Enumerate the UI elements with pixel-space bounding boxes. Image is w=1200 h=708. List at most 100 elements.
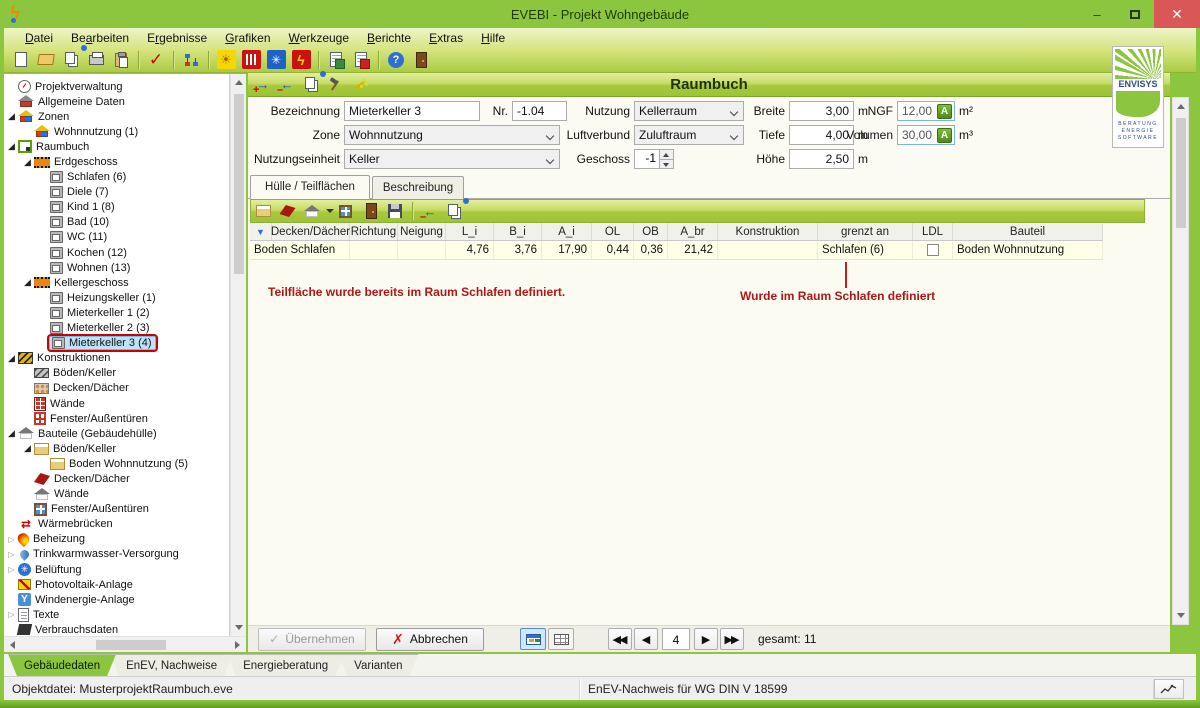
tree-vertical-scrollbar[interactable]	[230, 74, 246, 636]
tree-item-texte[interactable]: ▷Texte	[6, 607, 229, 622]
tree-item-konstr-decken[interactable]: Decken/Dächer	[6, 381, 229, 396]
tree-item-konstr-fenster[interactable]: Fenster/Außentüren	[6, 411, 229, 426]
page-number-input[interactable]: 4	[662, 628, 690, 650]
menu-grafiken[interactable]: Grafiken	[216, 31, 279, 45]
menu-berichte[interactable]: Berichte	[358, 31, 420, 45]
tree-item-heizungskeller[interactable]: Heizungskeller (1)	[6, 290, 229, 305]
ventilation-button[interactable]: ✳	[265, 49, 287, 71]
menu-hilfe[interactable]: Hilfe	[472, 31, 514, 45]
copy-button[interactable]	[60, 49, 82, 71]
tree-item-bauteil-waende[interactable]: Wände	[6, 487, 229, 502]
paste-button[interactable]	[110, 49, 132, 71]
geschoss-stepper[interactable]: -1	[634, 149, 674, 169]
spin-down-icon[interactable]	[660, 160, 673, 169]
maximize-button[interactable]	[1116, 0, 1154, 28]
col-decken-daecher[interactable]: Decken/Dächer	[272, 223, 350, 240]
tree-item-bauteile[interactable]: ◢Bauteile (Gebäudehülle)	[6, 426, 229, 441]
tree-item-kellergeschoss[interactable]: ◢Kellergeschoss	[6, 275, 229, 290]
col-bauteil[interactable]: Bauteil	[953, 223, 1103, 240]
paste-row-button[interactable]	[444, 202, 464, 221]
tree-item-zonen[interactable]: ◢Zonen	[6, 109, 229, 124]
tree-item-waermebruecken[interactable]: ⇄Wärmebrücken	[6, 517, 229, 532]
remove-room-button[interactable]: ←	[277, 75, 297, 94]
add-door-button[interactable]	[361, 202, 381, 221]
tree-item-verbrauchsdaten[interactable]: Verbrauchsdaten	[6, 622, 229, 636]
remove-row-button[interactable]: ←	[420, 202, 440, 221]
chart-tool-button[interactable]	[1154, 679, 1184, 699]
tree-item-schlafen[interactable]: Schlafen (6)	[6, 170, 229, 185]
tools-button[interactable]	[325, 75, 345, 94]
col-abr[interactable]: A_br	[668, 223, 718, 240]
tree-item-wohnen[interactable]: Wohnen (13)	[6, 260, 229, 275]
breite-input[interactable]	[789, 101, 854, 121]
nav-first-button[interactable]: ◀◀	[608, 628, 632, 650]
ldl-checkbox[interactable]	[927, 244, 939, 256]
tree-item-raumbuch[interactable]: ◢Raumbuch	[6, 139, 229, 154]
tab-beschreibung[interactable]: Beschreibung	[372, 176, 464, 199]
table-view-button[interactable]	[548, 628, 574, 650]
save-button[interactable]	[385, 202, 405, 221]
open-file-button[interactable]	[35, 49, 57, 71]
volumen-field[interactable]: 30,00A	[897, 125, 955, 145]
auto-calc-button[interactable]: A	[937, 104, 952, 119]
menu-datei[interactable]: Datei	[16, 31, 62, 45]
tree-item-diele[interactable]: Diele (7)	[6, 185, 229, 200]
report-pdf-button[interactable]	[350, 49, 372, 71]
new-file-button[interactable]	[10, 49, 32, 71]
menu-ergebnisse[interactable]: Ergebnisse	[138, 31, 216, 45]
tab-varianten[interactable]: Varianten	[338, 654, 418, 676]
col-grenzt-an[interactable]: grenzt an	[818, 223, 913, 240]
tree-item-projektverwaltung[interactable]: Projektverwaltung	[6, 79, 229, 94]
solar-button[interactable]: ☀	[215, 49, 237, 71]
nav-next-button[interactable]: ▶	[694, 628, 718, 650]
form-view-button[interactable]	[520, 628, 546, 650]
bezeichnung-input[interactable]	[344, 101, 480, 121]
col-richtung[interactable]: Richtung	[350, 223, 398, 240]
tree-item-trinkwarmwasser[interactable]: ▷Trinkwarmwasser-Versorgung	[6, 547, 229, 562]
tree-item-bauteil-decken[interactable]: Decken/Dächer	[6, 471, 229, 486]
table-row[interactable]: Boden Schlafen 4,76 3,76 17,90 0,44 0,36…	[250, 241, 1103, 260]
ngf-field[interactable]: 12,00A	[897, 101, 955, 121]
electricity-button[interactable]: ϟ	[290, 49, 312, 71]
col-ol[interactable]: OL	[592, 223, 634, 240]
close-button[interactable]: ✕	[1154, 0, 1200, 28]
tree-item-kind1[interactable]: Kind 1 (8)	[6, 200, 229, 215]
tree-item-erdgeschoss[interactable]: ◢Erdgeschoss	[6, 154, 229, 169]
col-ob[interactable]: OB	[634, 223, 668, 240]
col-konstruktion[interactable]: Konstruktion	[718, 223, 818, 240]
nav-prev-button[interactable]: ◀	[634, 628, 658, 650]
nutzung-select[interactable]: Kellerraum	[634, 101, 744, 121]
tree-item-konstr-waende[interactable]: Wände	[6, 396, 229, 411]
menu-bearbeiten[interactable]: Bearbeiten	[62, 31, 138, 45]
col-li[interactable]: L_i	[446, 223, 494, 240]
heating-button[interactable]	[240, 49, 262, 71]
tree-item-mieterkeller1[interactable]: Mieterkeller 1 (2)	[6, 305, 229, 320]
tree-item-mieterkeller3[interactable]: Mieterkeller 3 (4)	[6, 336, 229, 351]
tree-item-wc[interactable]: WC (11)	[6, 230, 229, 245]
tree-item-belueftung[interactable]: ▷✳Belüftung	[6, 562, 229, 577]
tree-horizontal-scrollbar[interactable]	[4, 636, 246, 652]
tree-item-beheizung[interactable]: ▷Beheizung	[6, 532, 229, 547]
nr-input[interactable]	[512, 101, 567, 121]
tab-enev-nachweise[interactable]: EnEV, Nachweise	[110, 654, 233, 676]
tree-item-konstr-boeden[interactable]: Böden/Keller	[6, 366, 229, 381]
tree-item-windenergie[interactable]: YWindenergie-Anlage	[6, 592, 229, 607]
tab-energieberatung[interactable]: Energieberatung	[227, 654, 344, 676]
hoehe-input[interactable]	[789, 149, 854, 169]
col-ai[interactable]: A_i	[542, 223, 592, 240]
tab-huelle-teilflaechen[interactable]: Hülle / Teilflächen	[250, 175, 370, 199]
spin-up-icon[interactable]	[660, 150, 673, 160]
zone-select[interactable]: Wohnnutzung	[344, 125, 560, 145]
abbrechen-button[interactable]: ✗Abbrechen	[376, 628, 484, 651]
luftverbund-select[interactable]: Zuluftraum	[634, 125, 744, 145]
auto-calc-button[interactable]: A	[937, 128, 952, 143]
tree-item-photovoltaik[interactable]: Photovoltaik-Anlage	[6, 577, 229, 592]
uebernehmen-button[interactable]: ✓Übernehmen	[258, 628, 366, 651]
nutzungseinheit-select[interactable]: Keller	[344, 149, 560, 169]
tree-item-konstruktionen[interactable]: ◢Konstruktionen	[6, 351, 229, 366]
check-data-button[interactable]: ✓	[145, 49, 167, 71]
tree-item-boden-wohnnutzung[interactable]: Boden Wohnnutzung (5)	[6, 456, 229, 471]
tree-item-mieterkeller2[interactable]: Mieterkeller 2 (3)	[6, 321, 229, 336]
tree-item-kochen[interactable]: Kochen (12)	[6, 245, 229, 260]
tree-item-bauteil-boeden[interactable]: ◢Böden/Keller	[6, 441, 229, 456]
